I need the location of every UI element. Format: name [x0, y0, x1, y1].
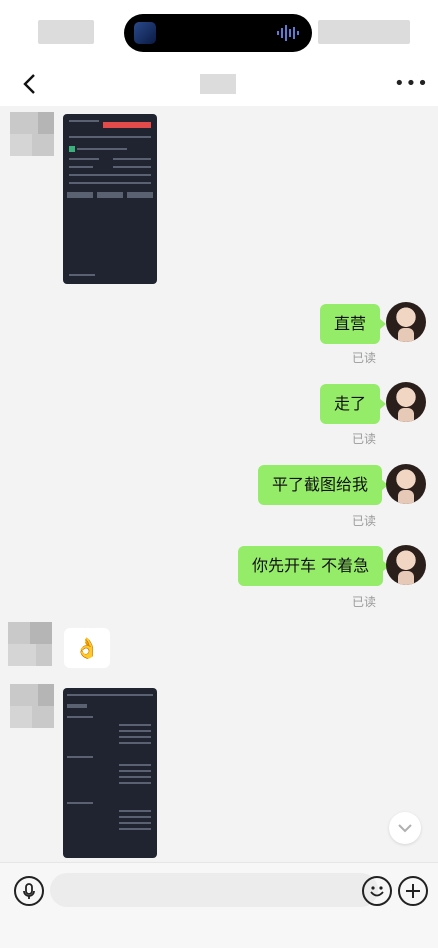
emoji-button[interactable]	[362, 876, 392, 906]
my-avatar[interactable]	[386, 545, 426, 585]
scroll-to-bottom-button[interactable]	[389, 812, 421, 844]
image-message-screenshot[interactable]	[63, 688, 157, 858]
voice-input-button[interactable]	[14, 876, 44, 906]
status-bar	[0, 0, 438, 62]
audio-wave-icon	[277, 25, 299, 41]
read-status: 已读	[352, 351, 377, 365]
media-thumbnail	[134, 22, 156, 44]
my-avatar[interactable]	[386, 382, 426, 422]
read-status: 已读	[352, 595, 377, 609]
status-icons-blurred	[318, 20, 410, 44]
read-status: 已读	[352, 432, 377, 446]
time-blurred	[38, 20, 94, 44]
chat-bubble-sent[interactable]: 平了截图给我	[258, 465, 389, 505]
chevron-down-icon	[398, 824, 412, 833]
smiley-icon	[370, 886, 384, 897]
contact-avatar[interactable]	[8, 622, 52, 666]
contact-name-blurred	[200, 74, 236, 94]
chat-bubble-sent[interactable]: 直营	[320, 304, 387, 344]
dynamic-island	[124, 14, 312, 52]
my-avatar[interactable]	[386, 302, 426, 342]
my-avatar[interactable]	[386, 464, 426, 504]
chat-header: •••	[0, 62, 438, 106]
contact-avatar[interactable]	[10, 112, 54, 156]
contact-avatar[interactable]	[10, 684, 54, 728]
image-message-screenshot[interactable]	[63, 114, 157, 284]
more-dots-icon[interactable]: •••	[394, 72, 428, 96]
chevron-left-icon[interactable]	[18, 72, 42, 96]
add-attachment-button[interactable]	[398, 876, 428, 906]
ok-hand-emoji-message[interactable]: 👌	[64, 628, 110, 668]
message-input[interactable]	[50, 873, 378, 907]
chat-bubble-sent[interactable]: 你先开车 不着急	[238, 546, 390, 586]
chat-bubble-sent[interactable]: 走了	[320, 384, 387, 424]
plus-icon	[406, 884, 420, 898]
microphone-icon	[23, 883, 35, 899]
input-bar	[0, 862, 438, 948]
read-status: 已读	[352, 514, 377, 528]
